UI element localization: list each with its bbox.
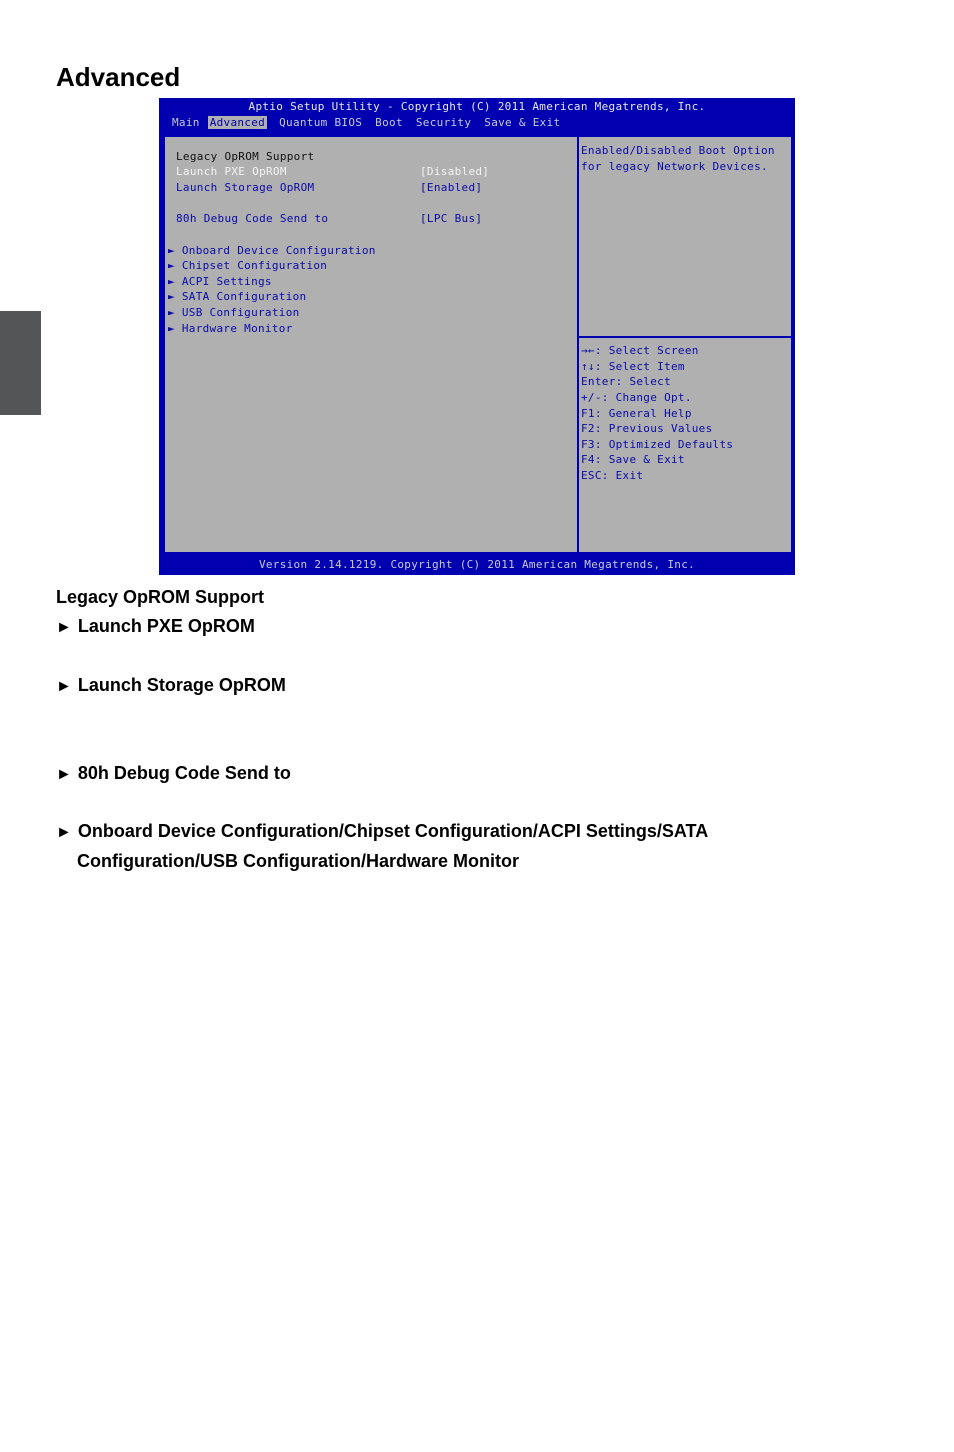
setting-launch-pxe-oprom-value[interactable]: [Disabled] — [420, 165, 489, 178]
tab-save-exit[interactable]: Save & Exit — [483, 116, 561, 129]
bios-title: Aptio Setup Utility - Copyright (C) 2011… — [248, 100, 706, 113]
submenu-chipset-configuration[interactable]: ► Chipset Configuration — [168, 259, 327, 272]
doc-item-submenus-cont: Configuration/USB Configuration/Hardware… — [77, 851, 519, 871]
doc-heading-legacy-oprom: Legacy OpROM Support — [56, 587, 265, 607]
help-text-line: for legacy Network Devices. — [581, 160, 768, 173]
submenu-label: Onboard Device Configuration — [181, 244, 376, 257]
submenu-arrow-icon: ► — [168, 290, 182, 303]
key-help-f1: F1: General Help — [581, 407, 692, 420]
key-help-pane: →←: Select Screen ↑↓: Select Item Enter:… — [579, 338, 791, 552]
settings-pane: Legacy OpROM Support Launch PXE OpROM [D… — [165, 137, 579, 552]
submenu-arrow-icon: ► — [168, 259, 182, 272]
tab-quantum-bios[interactable]: Quantum BIOS — [278, 116, 363, 129]
bullet-arrow-icon: ► — [56, 824, 72, 841]
submenu-label: ACPI Settings — [181, 275, 272, 288]
setting-80h-debug-label[interactable]: 80h Debug Code Send to — [176, 212, 328, 225]
bios-footer: Version 2.14.1219. Copyright (C) 2011 Am… — [258, 558, 696, 571]
submenu-label: SATA Configuration — [181, 290, 307, 303]
bios-inner-frame: Legacy OpROM Support Launch PXE OpROM [D… — [163, 135, 793, 554]
key-help-f2: F2: Previous Values — [581, 422, 713, 435]
tab-security[interactable]: Security — [415, 116, 472, 129]
doc-item-label: Onboard Device Configuration/Chipset Con… — [77, 821, 709, 841]
submenu-onboard-device-configuration[interactable]: ► Onboard Device Configuration — [168, 244, 376, 257]
setting-80h-debug-value[interactable]: [LPC Bus] — [420, 212, 482, 225]
doc-item-label: Launch PXE OpROM — [77, 616, 255, 636]
section-heading: Legacy OpROM Support — [176, 150, 315, 163]
doc-item-submenus: ► Onboard Device Configuration/Chipset Co… — [56, 821, 708, 842]
bios-screenshot: Aptio Setup Utility - Copyright (C) 2011… — [159, 98, 795, 575]
key-help-select-screen: →←: Select Screen — [581, 344, 699, 357]
submenu-arrow-icon: ► — [168, 275, 182, 288]
doc-item-launch-storage: ► Launch Storage OpROM — [56, 675, 286, 696]
bullet-arrow-icon: ► — [56, 678, 72, 695]
chapter-side-tab — [0, 311, 41, 415]
page-title: Advanced — [56, 62, 181, 92]
tab-advanced[interactable]: Advanced — [207, 116, 268, 129]
doc-item-launch-pxe: ► Launch PXE OpROM — [56, 616, 255, 637]
help-text-line: Enabled/Disabled Boot Option — [581, 144, 775, 157]
key-help-enter: Enter: Select — [581, 375, 671, 388]
tab-main[interactable]: Main — [171, 116, 201, 129]
setting-launch-storage-oprom-value[interactable]: [Enabled] — [420, 181, 482, 194]
submenu-arrow-icon: ► — [168, 244, 182, 257]
submenu-acpi-settings[interactable]: ► ACPI Settings — [168, 275, 272, 288]
key-help-f3: F3: Optimized Defaults — [581, 438, 734, 451]
doc-item-80h-debug: ► 80h Debug Code Send to — [56, 763, 291, 784]
submenu-hardware-monitor[interactable]: ► Hardware Monitor — [168, 322, 293, 335]
submenu-sata-configuration[interactable]: ► SATA Configuration — [168, 290, 306, 303]
doc-item-label: Launch Storage OpROM — [77, 675, 286, 695]
bullet-arrow-icon: ► — [56, 766, 72, 783]
tab-boot[interactable]: Boot — [374, 116, 404, 129]
bios-menu-bar: Main Advanced Quantum BIOS Boot Security… — [171, 116, 572, 129]
bullet-arrow-icon: ► — [56, 619, 72, 636]
setting-launch-storage-oprom-label[interactable]: Launch Storage OpROM — [176, 181, 314, 194]
submenu-label: Chipset Configuration — [181, 259, 328, 272]
submenu-arrow-icon: ► — [168, 322, 182, 335]
setting-launch-pxe-oprom-label[interactable]: Launch PXE OpROM — [176, 165, 287, 178]
submenu-label: Hardware Monitor — [181, 322, 293, 335]
help-pane: Enabled/Disabled Boot Option for legacy … — [579, 137, 791, 338]
submenu-label: USB Configuration — [181, 306, 300, 319]
key-help-f4: F4: Save & Exit — [581, 453, 685, 466]
submenu-arrow-icon: ► — [168, 306, 182, 319]
key-help-select-item: ↑↓: Select Item — [581, 360, 685, 373]
key-help-change-opt: +/-: Change Opt. — [581, 391, 692, 404]
submenu-usb-configuration[interactable]: ► USB Configuration — [168, 306, 300, 319]
key-help-esc: ESC: Exit — [581, 469, 644, 482]
bios-body: Legacy OpROM Support Launch PXE OpROM [D… — [161, 133, 795, 556]
doc-item-label: 80h Debug Code Send to — [77, 763, 291, 783]
